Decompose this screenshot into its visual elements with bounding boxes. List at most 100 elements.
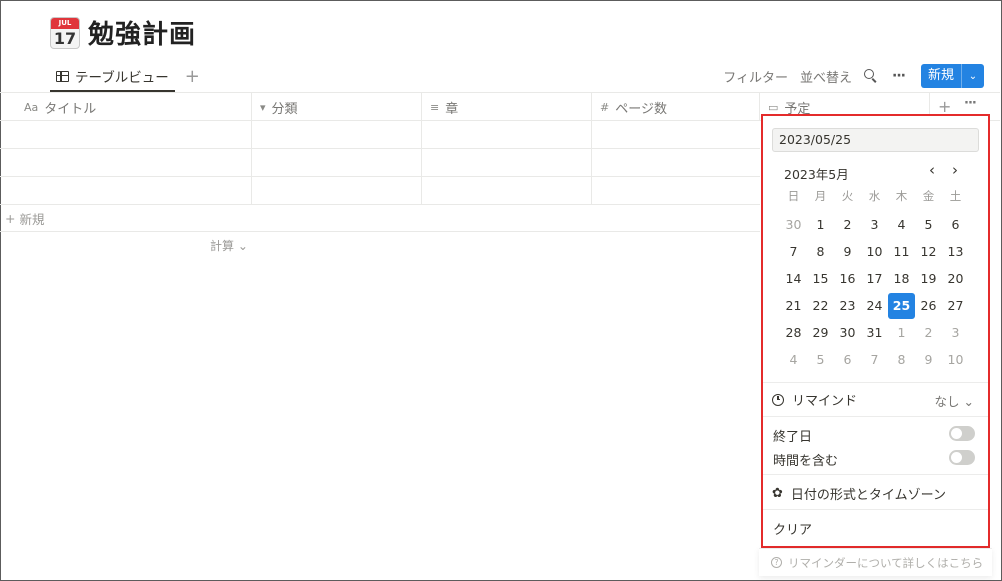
include-time-toggle[interactable] (949, 450, 975, 465)
select-property-icon: ▾ (260, 100, 266, 114)
date-format-label: 日付の形式とタイムゾーン (790, 488, 946, 503)
calendar-day[interactable]: 29 (807, 320, 834, 346)
reminder-select[interactable]: なし ⌄ (935, 391, 974, 410)
column-header-chapter[interactable]: ≡ 章 (422, 93, 592, 121)
end-date-toggle[interactable] (949, 426, 975, 441)
calendar-day[interactable]: 8 (888, 347, 915, 373)
calendar-day[interactable]: 3 (861, 212, 888, 238)
column-header-label: ページ数 (615, 101, 667, 117)
calendar-icon[interactable]: JUL 17 (50, 16, 80, 49)
calendar-day[interactable]: 8 (807, 239, 834, 265)
search-icon[interactable] (864, 69, 878, 83)
column-header-label: 章 (445, 101, 459, 117)
calendar-day[interactable]: 9 (915, 347, 942, 373)
chevron-right-icon[interactable]: › (952, 161, 958, 179)
column-header-label: 分類 (271, 101, 298, 117)
page-title[interactable]: 勉強計画 (88, 14, 196, 51)
calendar-day[interactable]: 16 (834, 266, 861, 292)
weekday-header: 月 (814, 189, 827, 203)
table-row[interactable] (0, 177, 760, 205)
calendar-day[interactable]: 1 (807, 212, 834, 238)
calendar-day[interactable]: 20 (942, 266, 969, 292)
filter-button[interactable]: フィルター (717, 67, 794, 86)
tab-table-view-label: テーブルビュー (75, 70, 169, 86)
calendar-icon-day: 17 (53, 28, 77, 48)
calendar-day[interactable]: 10 (942, 347, 969, 373)
add-view-button[interactable]: + (185, 68, 200, 86)
calendar-day[interactable]: 21 (780, 293, 807, 319)
divider (763, 509, 988, 510)
calendar-day[interactable]: 28 (780, 320, 807, 346)
calendar-day[interactable]: 11 (888, 239, 915, 265)
more-options-button[interactable]: ··· (884, 68, 913, 84)
calculate-button[interactable]: 計算 ⌄ (210, 237, 248, 254)
chevron-down-icon[interactable]: ⌄ (962, 64, 984, 88)
sort-button[interactable]: 並べ替え (794, 67, 858, 86)
new-row-button[interactable]: + 新規 (5, 209, 45, 228)
reminder-row[interactable]: リマインド (772, 390, 857, 409)
new-row-label: 新規 (19, 212, 45, 227)
calendar-day[interactable]: 2 (834, 212, 861, 238)
column-header-category[interactable]: ▾ 分類 (252, 93, 422, 121)
alarm-clock-icon (772, 393, 784, 406)
date-input[interactable]: 2023/05/25 (772, 128, 979, 152)
calendar-day[interactable]: 24 (861, 293, 888, 319)
calendar-day[interactable]: 31 (861, 320, 888, 346)
calendar-day[interactable]: 5 (807, 347, 834, 373)
reminder-help-text: リマインダーについて詳しくはこちら (788, 555, 984, 570)
calendar-day-selected[interactable]: 25 (888, 293, 915, 319)
reminder-help-link[interactable]: ? リマインダーについて詳しくはこちら (759, 548, 992, 576)
calendar-day[interactable]: 12 (915, 239, 942, 265)
calendar-day[interactable]: 10 (861, 239, 888, 265)
page-header: JUL 17 勉強計画 (50, 14, 196, 51)
gear-icon: ✿ (772, 486, 783, 501)
column-header-title[interactable]: Aa タイトル (0, 93, 252, 121)
calendar-day[interactable]: 4 (780, 347, 807, 373)
calendar-day[interactable]: 6 (942, 212, 969, 238)
calendar-day[interactable]: 27 (942, 293, 969, 319)
view-bar: テーブルビュー + (50, 62, 200, 92)
calendar-day[interactable]: 13 (942, 239, 969, 265)
column-more-button[interactable]: ··· (964, 96, 977, 111)
date-picker-popup: 2023/05/25 2023年5月 ‹ › リマインド なし ⌄ 終了日 時間… (761, 114, 990, 548)
new-button[interactable]: 新規 ⌄ (920, 64, 984, 88)
calendar-day[interactable]: 15 (807, 266, 834, 292)
calendar-day[interactable]: 5 (915, 212, 942, 238)
column-header-pages[interactable]: # ページ数 (592, 93, 760, 121)
calendar-day[interactable]: 17 (861, 266, 888, 292)
date-format-button[interactable]: ✿ 日付の形式とタイムゾーン (772, 484, 946, 503)
new-button-label[interactable]: 新規 (921, 64, 962, 88)
weekday-header: 火 (841, 189, 854, 203)
calendar-day[interactable]: 18 (888, 266, 915, 292)
calendar-day[interactable]: 23 (834, 293, 861, 319)
include-time-label: 時間を含む (773, 454, 839, 469)
column-header-label: タイトル (44, 101, 97, 117)
tab-table-view[interactable]: テーブルビュー (50, 62, 175, 92)
weekday-header: 日 (787, 189, 800, 203)
calendar-day[interactable]: 22 (807, 293, 834, 319)
calendar-day[interactable]: 30 (780, 212, 807, 238)
calendar-day[interactable]: 7 (780, 239, 807, 265)
calendar-day[interactable]: 1 (888, 320, 915, 346)
calendar-day[interactable]: 4 (888, 212, 915, 238)
calendar-day[interactable]: 6 (834, 347, 861, 373)
table-row[interactable] (0, 149, 760, 177)
end-date-label: 終了日 (773, 430, 813, 445)
number-property-icon: # (600, 100, 610, 114)
calendar-day[interactable]: 26 (915, 293, 942, 319)
weekday-header: 土 (949, 189, 962, 203)
calendar-day[interactable]: 2 (915, 320, 942, 346)
date-property-icon: ▭ (768, 100, 779, 114)
calendar-day[interactable]: 3 (942, 320, 969, 346)
clear-button[interactable]: クリア (773, 519, 812, 538)
calendar-day[interactable]: 19 (915, 266, 942, 292)
text-property-icon: Aa (24, 100, 39, 114)
divider (763, 382, 988, 383)
calendar-day[interactable]: 7 (861, 347, 888, 373)
table-icon (56, 70, 69, 82)
calendar-day[interactable]: 14 (780, 266, 807, 292)
calendar-day[interactable]: 9 (834, 239, 861, 265)
calendar-day[interactable]: 30 (834, 320, 861, 346)
table-row[interactable] (0, 121, 760, 149)
chevron-left-icon[interactable]: ‹ (929, 161, 935, 179)
